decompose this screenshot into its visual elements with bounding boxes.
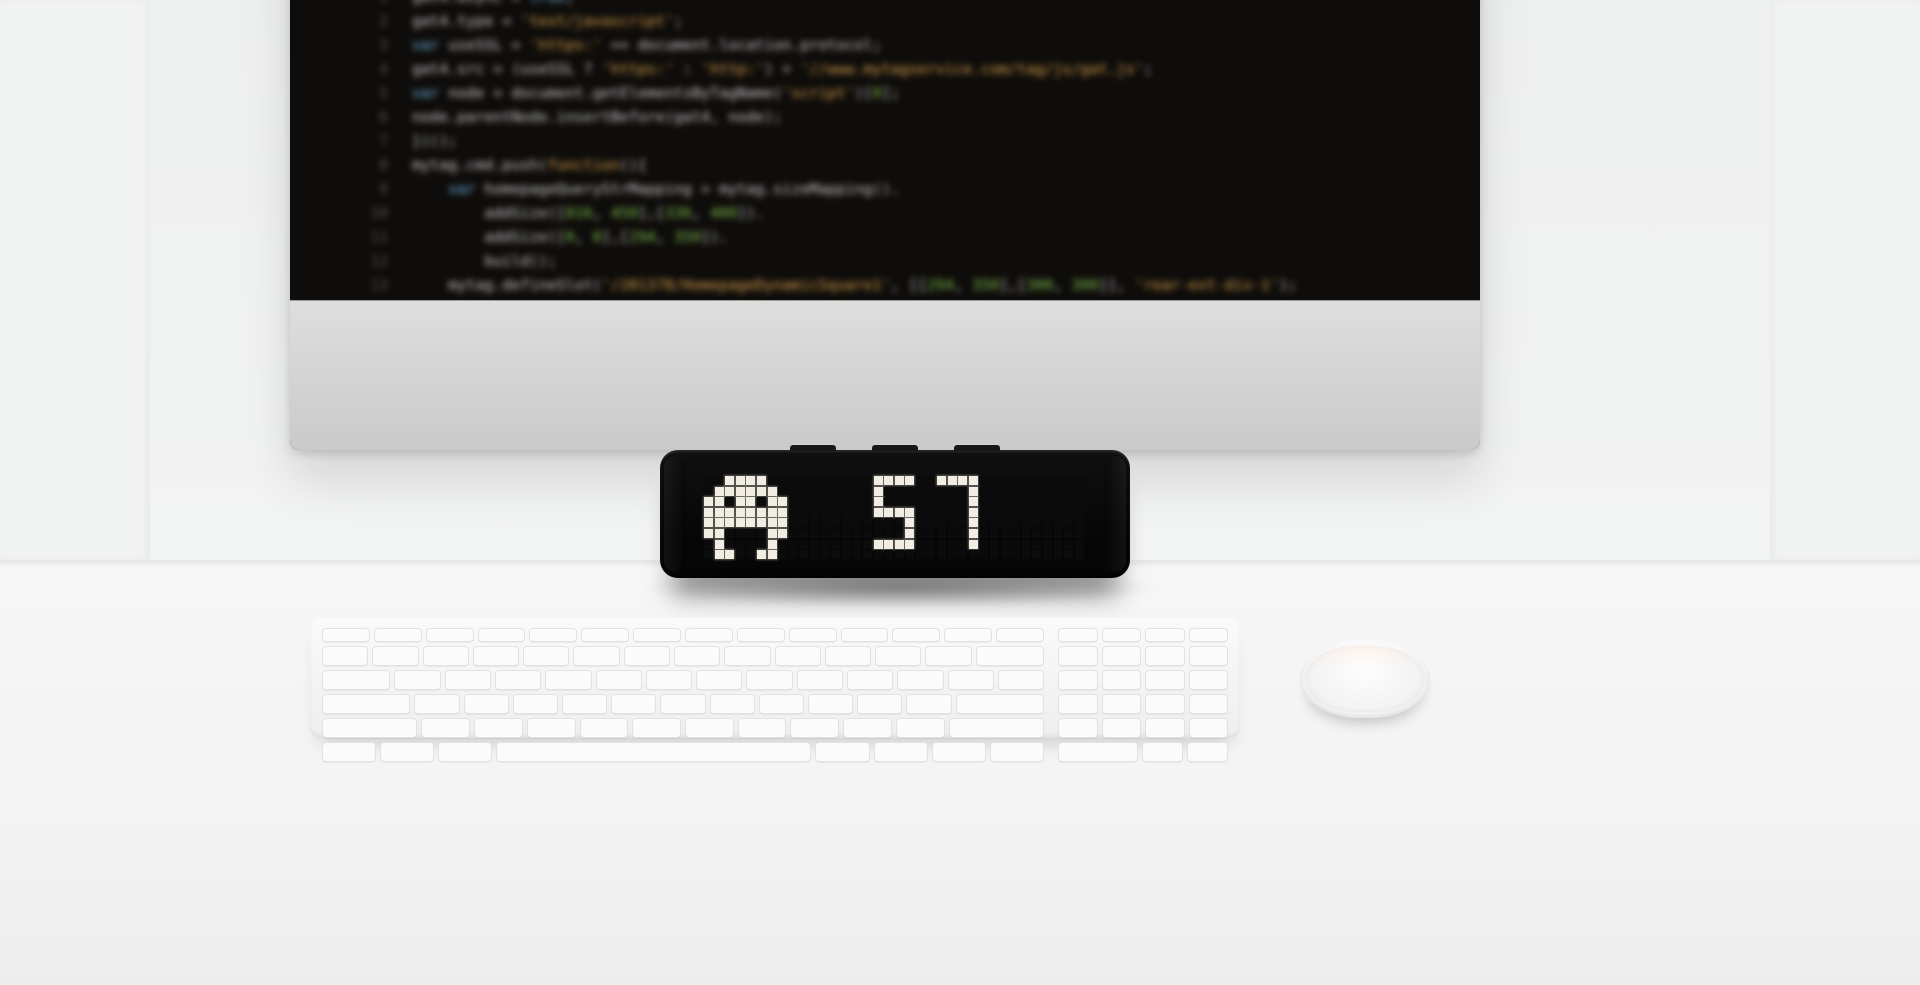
keyboard-row-5: [322, 742, 1044, 762]
keyboard-row-4: [322, 718, 1044, 738]
keyboard-row-3: [322, 694, 1044, 714]
monitor-screen: 1gat4.async = true; 2gat4.type = 'text/j…: [290, 0, 1480, 300]
keyboard-fn-row: [322, 628, 1044, 642]
numpad-row-2: [1058, 670, 1228, 690]
device-top-buttons: [790, 445, 1000, 451]
pixel-display-device: [660, 450, 1130, 578]
keyboard: [310, 618, 1240, 738]
numpad-row-3: [1058, 694, 1228, 714]
code-editor-content: 1gat4.async = true; 2gat4.type = 'text/j…: [350, 0, 1440, 297]
mouse: [1300, 640, 1430, 718]
background-panel-left: [0, 0, 150, 560]
keyboard-row-1: [322, 646, 1044, 666]
numpad-row-4: [1058, 718, 1228, 738]
numpad-row-1: [1058, 646, 1228, 666]
led-matrix: [704, 476, 1084, 559]
numpad-row-0: [1058, 628, 1228, 642]
numpad-row-5: [1058, 742, 1228, 762]
background-panel-right: [1770, 0, 1920, 560]
keyboard-row-2: [322, 670, 1044, 690]
imac-monitor: 1gat4.async = true; 2gat4.type = 'text/j…: [290, 0, 1480, 450]
monitor-chin: [290, 300, 1480, 450]
